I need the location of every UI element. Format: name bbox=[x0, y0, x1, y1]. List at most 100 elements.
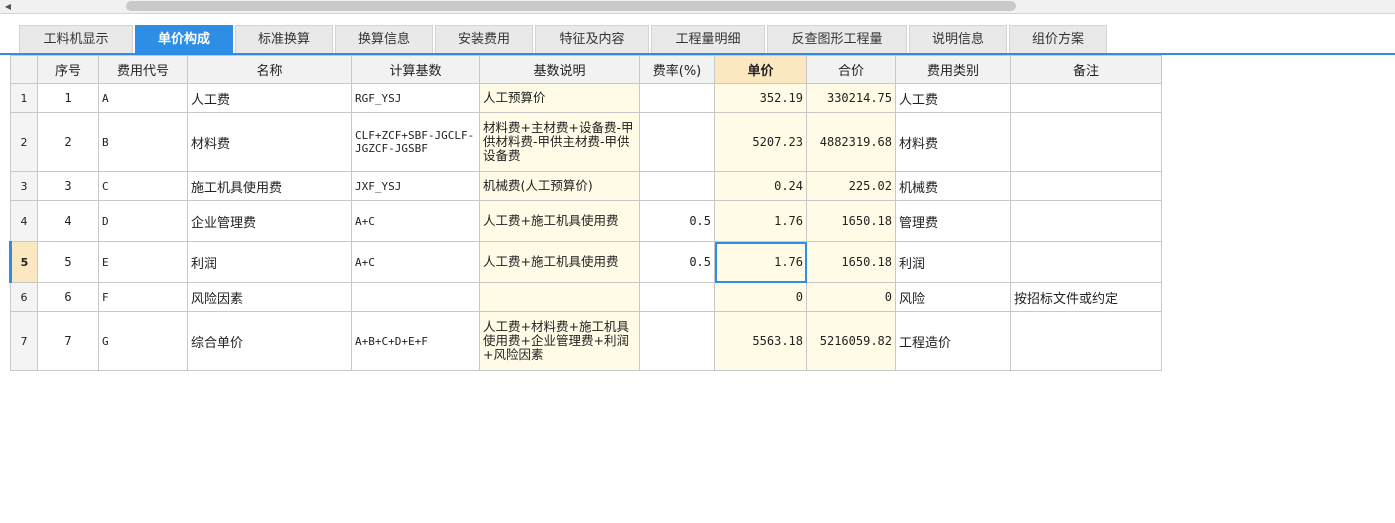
cell-rate[interactable] bbox=[639, 83, 715, 113]
cell-basis[interactable]: A+C bbox=[351, 241, 480, 283]
cell-desc[interactable]: 材料费+主材费+设备费-甲供材料费-甲供主材费-甲供设备费 bbox=[479, 112, 640, 172]
cell-ctype[interactable]: 机械费 bbox=[895, 171, 1011, 201]
cell-seq[interactable]: 2 bbox=[37, 112, 99, 172]
cell-total[interactable]: 1650.18 bbox=[806, 241, 896, 283]
header-total[interactable]: 合价 bbox=[806, 55, 896, 84]
cell-code[interactable]: C bbox=[98, 171, 188, 201]
cell-desc[interactable] bbox=[479, 282, 640, 312]
cell-price[interactable]: 0.24 bbox=[714, 171, 807, 201]
header-name[interactable]: 名称 bbox=[187, 55, 352, 84]
cell-note[interactable] bbox=[1010, 171, 1162, 201]
scrollbar-thumb[interactable] bbox=[126, 1, 1016, 11]
tab-standard-conversion[interactable]: 标准换算 bbox=[235, 25, 333, 53]
cell-total[interactable]: 330214.75 bbox=[806, 83, 896, 113]
tab-description-info[interactable]: 说明信息 bbox=[909, 25, 1007, 53]
header-basis[interactable]: 计算基数 bbox=[351, 55, 480, 84]
cell-price[interactable]: 5207.23 bbox=[714, 112, 807, 172]
cell-ctype[interactable]: 风险 bbox=[895, 282, 1011, 312]
cell-desc[interactable]: 人工费+施工机具使用费 bbox=[479, 241, 640, 283]
row-number[interactable]: 2 bbox=[10, 112, 38, 172]
cell-basis[interactable] bbox=[351, 282, 480, 312]
scroll-left-icon[interactable]: ◀ bbox=[0, 0, 16, 13]
table-row[interactable]: 4 4 D 企业管理费 A+C 人工费+施工机具使用费 0.5 1.76 165… bbox=[10, 200, 1162, 242]
tab-pricing-plan[interactable]: 组价方案 bbox=[1009, 25, 1107, 53]
cell-price[interactable]: 1.76 bbox=[714, 200, 807, 242]
cell-name[interactable]: 利润 bbox=[187, 241, 352, 283]
header-price[interactable]: 单价 bbox=[714, 55, 807, 84]
row-number[interactable]: 7 bbox=[10, 311, 38, 371]
cell-seq[interactable]: 7 bbox=[37, 311, 99, 371]
cell-note[interactable] bbox=[1010, 241, 1162, 283]
cell-name[interactable]: 材料费 bbox=[187, 112, 352, 172]
tab-features-content[interactable]: 特征及内容 bbox=[535, 25, 649, 53]
cell-price[interactable]: 5563.18 bbox=[714, 311, 807, 371]
row-number[interactable]: 3 bbox=[10, 171, 38, 201]
cell-ctype[interactable]: 人工费 bbox=[895, 83, 1011, 113]
cell-desc[interactable]: 人工预算价 bbox=[479, 83, 640, 113]
cell-code[interactable]: G bbox=[98, 311, 188, 371]
cell-basis[interactable]: A+C bbox=[351, 200, 480, 242]
cell-code[interactable]: D bbox=[98, 200, 188, 242]
cell-desc[interactable]: 机械费(人工预算价) bbox=[479, 171, 640, 201]
cell-name[interactable]: 综合单价 bbox=[187, 311, 352, 371]
cell-rate[interactable]: 0.5 bbox=[639, 200, 715, 242]
tab-reverse-graphic-quantity[interactable]: 反查图形工程量 bbox=[767, 25, 907, 53]
cell-note[interactable] bbox=[1010, 311, 1162, 371]
cell-ctype[interactable]: 材料费 bbox=[895, 112, 1011, 172]
cell-price[interactable]: 352.19 bbox=[714, 83, 807, 113]
tab-unit-price-composition[interactable]: 单价构成 bbox=[135, 25, 233, 53]
cell-desc[interactable]: 人工费+施工机具使用费 bbox=[479, 200, 640, 242]
cell-name[interactable]: 风险因素 bbox=[187, 282, 352, 312]
cell-rate[interactable]: 0.5 bbox=[639, 241, 715, 283]
cell-seq[interactable]: 5 bbox=[37, 241, 99, 283]
cell-total[interactable]: 1650.18 bbox=[806, 200, 896, 242]
cell-total[interactable]: 0 bbox=[806, 282, 896, 312]
table-row-selected[interactable]: 5 5 E 利润 A+C 人工费+施工机具使用费 0.5 1.76 1650.1… bbox=[9, 241, 1162, 283]
cell-seq[interactable]: 6 bbox=[37, 282, 99, 312]
row-number[interactable]: 6 bbox=[10, 282, 38, 312]
cell-note[interactable] bbox=[1010, 112, 1162, 172]
row-number[interactable]: 4 bbox=[10, 200, 38, 242]
header-note[interactable]: 备注 bbox=[1010, 55, 1162, 84]
cell-rate[interactable] bbox=[639, 171, 715, 201]
cell-total[interactable]: 4882319.68 bbox=[806, 112, 896, 172]
cell-price[interactable]: 0 bbox=[714, 282, 807, 312]
cell-rate[interactable] bbox=[639, 282, 715, 312]
cell-total[interactable]: 225.02 bbox=[806, 171, 896, 201]
header-code[interactable]: 费用代号 bbox=[98, 55, 188, 84]
header-desc[interactable]: 基数说明 bbox=[479, 55, 640, 84]
cell-name[interactable]: 施工机具使用费 bbox=[187, 171, 352, 201]
cell-ctype[interactable]: 利润 bbox=[895, 241, 1011, 283]
cell-ctype[interactable]: 工程造价 bbox=[895, 311, 1011, 371]
tab-labor-material-machine[interactable]: 工料机显示 bbox=[19, 25, 133, 53]
cell-code[interactable]: F bbox=[98, 282, 188, 312]
table-row[interactable]: 3 3 C 施工机具使用费 JXF_YSJ 机械费(人工预算价) 0.24 22… bbox=[10, 171, 1162, 201]
cell-ctype[interactable]: 管理费 bbox=[895, 200, 1011, 242]
header-rate[interactable]: 费率(%) bbox=[639, 55, 715, 84]
cell-basis[interactable]: RGF_YSJ bbox=[351, 83, 480, 113]
tab-quantity-details[interactable]: 工程量明细 bbox=[651, 25, 765, 53]
cell-note[interactable] bbox=[1010, 200, 1162, 242]
cell-code[interactable]: B bbox=[98, 112, 188, 172]
row-number[interactable]: 1 bbox=[10, 83, 38, 113]
cell-note[interactable]: 按招标文件或约定 bbox=[1010, 282, 1162, 312]
cell-name[interactable]: 人工费 bbox=[187, 83, 352, 113]
cell-code[interactable]: E bbox=[98, 241, 188, 283]
cell-basis[interactable]: A+B+C+D+E+F bbox=[351, 311, 480, 371]
cell-price-selected[interactable]: 1.76 bbox=[714, 241, 807, 283]
cell-name[interactable]: 企业管理费 bbox=[187, 200, 352, 242]
table-row[interactable]: 7 7 G 综合单价 A+B+C+D+E+F 人工费+材料费+施工机具使用费+企… bbox=[10, 311, 1162, 371]
cell-note[interactable] bbox=[1010, 83, 1162, 113]
table-row[interactable]: 6 6 F 风险因素 0 0 风险 按招标文件或约定 bbox=[10, 282, 1162, 312]
table-row[interactable]: 2 2 B 材料费 CLF+ZCF+SBF-JGCLF-JGZCF-JGSBF … bbox=[10, 112, 1162, 172]
header-ctype[interactable]: 费用类别 bbox=[895, 55, 1011, 84]
cell-code[interactable]: A bbox=[98, 83, 188, 113]
cell-seq[interactable]: 4 bbox=[37, 200, 99, 242]
row-number[interactable]: 5 bbox=[9, 241, 38, 283]
cell-basis[interactable]: JXF_YSJ bbox=[351, 171, 480, 201]
table-row[interactable]: 1 1 A 人工费 RGF_YSJ 人工预算价 352.19 330214.75… bbox=[10, 83, 1162, 113]
header-seq[interactable]: 序号 bbox=[37, 55, 99, 84]
cell-total[interactable]: 5216059.82 bbox=[806, 311, 896, 371]
header-corner[interactable] bbox=[10, 55, 38, 84]
cell-seq[interactable]: 1 bbox=[37, 83, 99, 113]
